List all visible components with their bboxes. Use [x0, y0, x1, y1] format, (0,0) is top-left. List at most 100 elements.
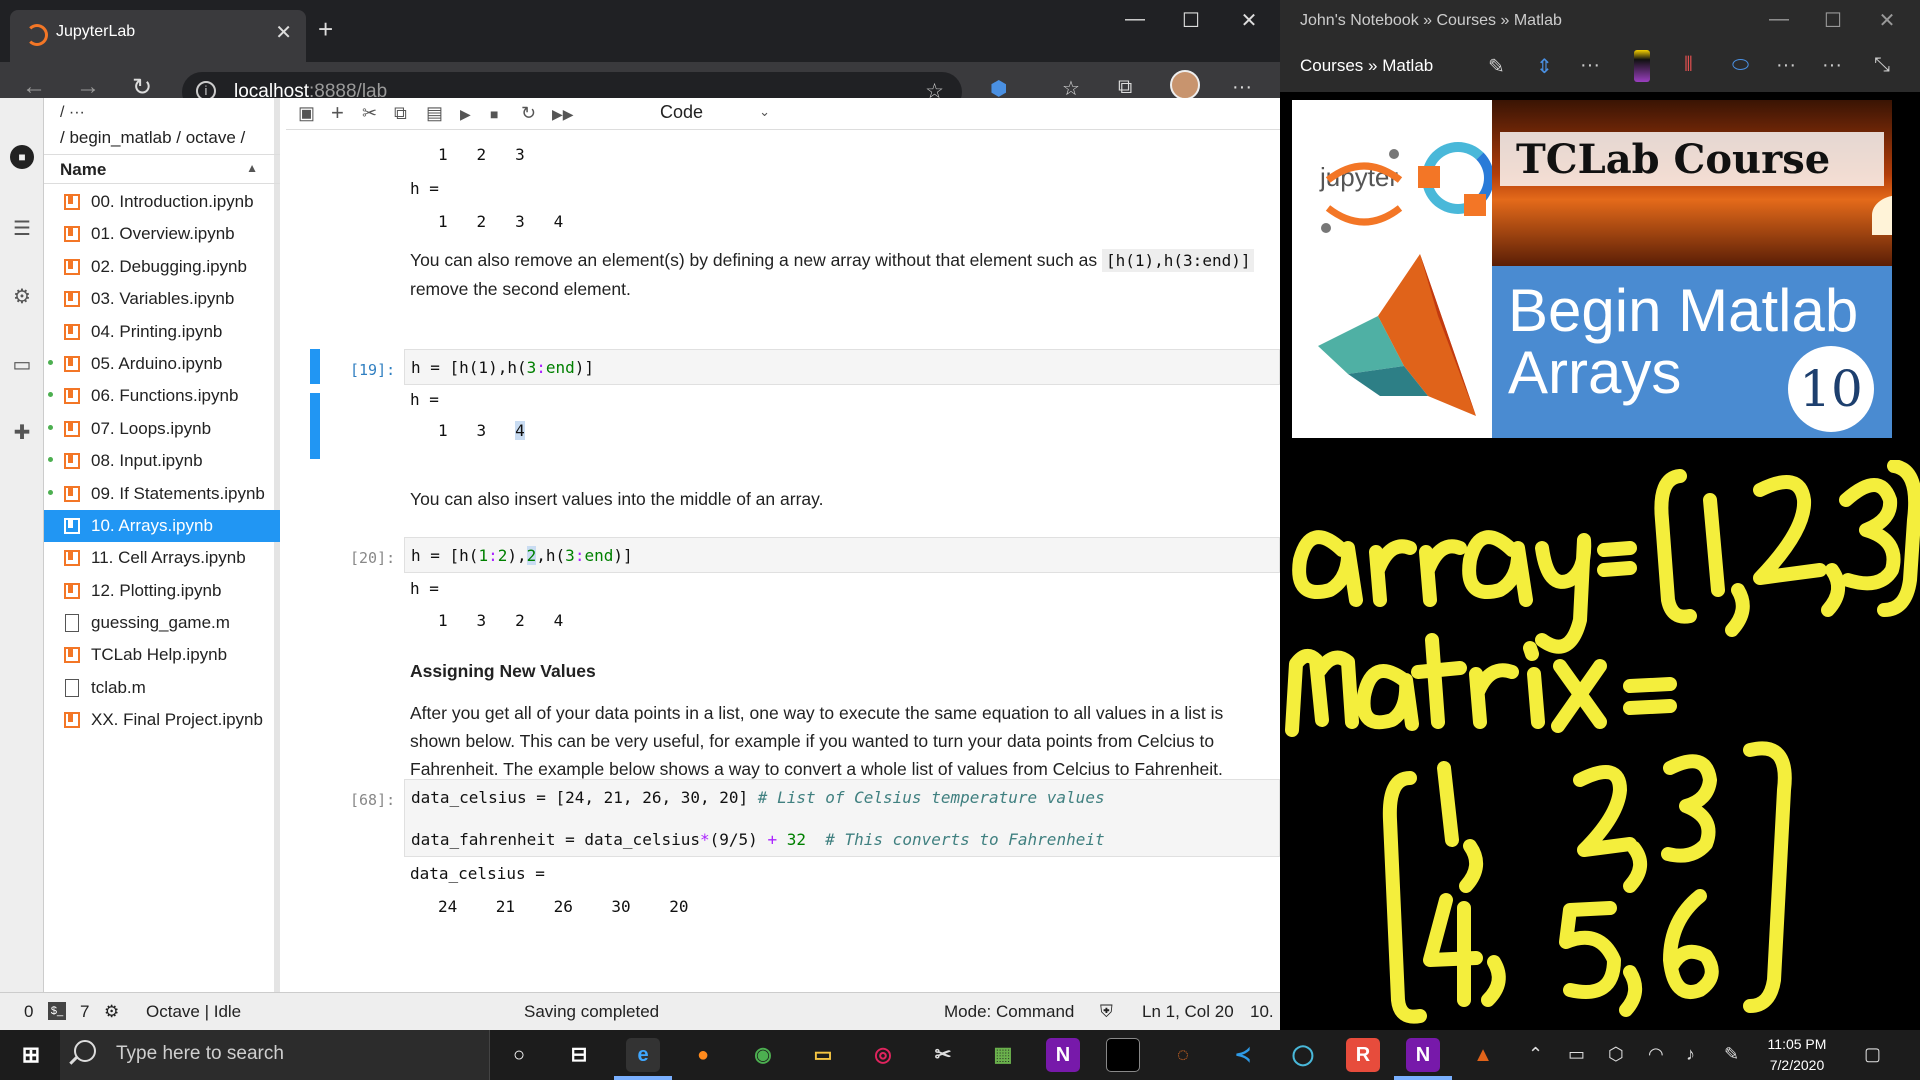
- file-list-item[interactable]: tclab.m: [44, 672, 280, 704]
- onenote-active-app-icon[interactable]: N: [1394, 1038, 1452, 1080]
- pen-set-icon[interactable]: ⦀: [1684, 54, 1693, 77]
- profile-avatar[interactable]: [1170, 70, 1200, 100]
- octave-app-icon[interactable]: ◯: [1286, 1038, 1320, 1072]
- restart-icon[interactable]: ↻: [521, 103, 536, 124]
- more-icon[interactable]: ···: [1580, 54, 1600, 77]
- volume-icon[interactable]: ♪: [1686, 1044, 1695, 1065]
- file-list-item[interactable]: 11. Cell Arrays.ipynb: [44, 542, 280, 574]
- pen-tool-icon[interactable]: [1634, 50, 1650, 82]
- file-list-item[interactable]: 09. If Statements.ipynb: [44, 478, 280, 510]
- task-view-icon[interactable]: ⊟: [562, 1038, 596, 1072]
- file-list-item[interactable]: guessing_game.m: [44, 607, 280, 639]
- collections-icon[interactable]: ⧉: [1118, 76, 1132, 99]
- file-list-item[interactable]: 05. Arduino.ipynb: [44, 348, 280, 380]
- show-hidden-icons[interactable]: ⌃: [1528, 1044, 1543, 1065]
- terminal-icon[interactable]: $_: [48, 1002, 66, 1020]
- cut-icon[interactable]: ✂: [362, 103, 377, 124]
- kernel-count[interactable]: 0: [24, 1002, 33, 1022]
- forward-icon[interactable]: →: [76, 73, 100, 101]
- restart-run-all-icon[interactable]: ▶▶: [552, 106, 574, 123]
- wifi-icon[interactable]: ◠: [1648, 1044, 1664, 1065]
- notifications-icon[interactable]: ▢: [1864, 1044, 1881, 1065]
- save-icon[interactable]: ▣: [298, 103, 315, 124]
- tab-jupyterlab[interactable]: JupyterLab ✕: [10, 10, 306, 62]
- kernel-settings-icon[interactable]: ⚙: [104, 1002, 119, 1022]
- snipping-tool-icon[interactable]: ✂: [926, 1038, 960, 1072]
- file-list-item[interactable]: 00. Introduction.ipynb: [44, 186, 280, 218]
- output-collapse-bar[interactable]: [310, 393, 320, 459]
- paste-icon[interactable]: ▤: [426, 103, 443, 124]
- battery-icon[interactable]: ▭: [1568, 1044, 1585, 1065]
- spreadsheet-app-icon[interactable]: ▦: [986, 1038, 1020, 1072]
- cell-20-code[interactable]: h = [h(1:2),2,h(3:end)]: [404, 537, 1280, 573]
- edge-app-icon[interactable]: e: [614, 1038, 672, 1080]
- folder-icon[interactable]: / ···: [60, 104, 85, 122]
- file-list-item[interactable]: 10. Arrays.ipynb: [44, 509, 280, 543]
- system-clock[interactable]: 11:05 PM 7/2/2020: [1752, 1034, 1842, 1076]
- cursor-position[interactable]: Ln 1, Col 20: [1142, 1002, 1234, 1022]
- matlab-app-icon[interactable]: ▲: [1466, 1038, 1500, 1072]
- close-window-icon[interactable]: ✕: [1234, 8, 1264, 33]
- onenote-app-icon[interactable]: N: [1046, 1038, 1080, 1072]
- terminal-app-icon[interactable]: [1106, 1038, 1140, 1072]
- close-window-icon[interactable]: ✕: [1872, 8, 1902, 33]
- tabs-icon[interactable]: ▭: [10, 352, 34, 376]
- file-list-header[interactable]: Name ▲: [44, 154, 280, 184]
- taskbar-search[interactable]: Type here to search: [60, 1030, 490, 1080]
- ink-to-text-icon[interactable]: ✎: [1488, 54, 1505, 79]
- run-icon[interactable]: ▶: [460, 106, 471, 123]
- kernel-status[interactable]: Octave | Idle: [146, 1002, 241, 1022]
- cortana-icon[interactable]: ○: [502, 1038, 536, 1072]
- sort-ascending-icon[interactable]: ▲: [246, 161, 258, 175]
- name-column-header[interactable]: Name: [60, 160, 106, 180]
- back-icon[interactable]: ←: [22, 73, 46, 101]
- new-tab-button[interactable]: +: [318, 14, 333, 45]
- file-list-item[interactable]: TCLab Help.ipynb: [44, 639, 280, 671]
- maximize-icon[interactable]: ☐: [1818, 8, 1848, 33]
- screencast-app-icon[interactable]: ◎: [866, 1038, 900, 1072]
- cell-68-code[interactable]: data_celsius = [24, 21, 26, 30, 20] # Li…: [404, 779, 1280, 857]
- r-app-icon[interactable]: R: [1346, 1038, 1380, 1072]
- terminal-count[interactable]: 7: [80, 1002, 89, 1022]
- file-list-item[interactable]: 04. Printing.ipynb: [44, 316, 280, 348]
- add-cell-icon[interactable]: +: [331, 100, 344, 126]
- minimize-icon[interactable]: —: [1764, 8, 1794, 31]
- jupyter-app-icon[interactable]: ◌: [1166, 1038, 1200, 1072]
- shapes-icon[interactable]: ⬭: [1732, 54, 1749, 77]
- file-list-item[interactable]: 08. Input.ipynb: [44, 445, 280, 477]
- property-inspector-icon[interactable]: ⚙: [10, 284, 34, 308]
- more-menu-icon[interactable]: ···: [1232, 76, 1252, 99]
- maximize-icon[interactable]: ☐: [1176, 8, 1206, 33]
- file-list-item[interactable]: 12. Plotting.ipynb: [44, 575, 280, 607]
- windows-start-icon[interactable]: ⊞: [14, 1038, 48, 1072]
- more-icon[interactable]: ···: [1822, 54, 1842, 77]
- file-explorer-icon[interactable]: ▭: [806, 1038, 840, 1072]
- running-kernels-icon[interactable]: ■: [10, 145, 34, 169]
- file-list-item[interactable]: XX. Final Project.ipynb: [44, 704, 280, 736]
- breadcrumb[interactable]: / begin_matlab / octave /: [60, 128, 245, 148]
- file-list-item[interactable]: 02. Debugging.ipynb: [44, 251, 280, 283]
- extensions-icon[interactable]: ✚: [10, 420, 34, 444]
- cell-19-code[interactable]: h = [h(1),h(3:end)]: [404, 349, 1280, 385]
- cell-selection-bar[interactable]: [310, 349, 320, 384]
- file-list-item[interactable]: 06. Functions.ipynb: [44, 380, 280, 412]
- trusted-icon[interactable]: ⛨: [1100, 1002, 1113, 1022]
- file-list-item[interactable]: 07. Loops.ipynb: [44, 413, 280, 445]
- copy-icon[interactable]: ⧉: [394, 103, 407, 124]
- pen-workspace-icon[interactable]: ✎: [1724, 1044, 1739, 1065]
- compact-view-icon[interactable]: ⤡: [1874, 54, 1890, 77]
- commands-icon[interactable]: ☰: [10, 216, 34, 240]
- minimize-icon[interactable]: —: [1120, 8, 1150, 31]
- file-list-item[interactable]: 03. Variables.ipynb: [44, 283, 280, 315]
- stop-icon[interactable]: ■: [490, 106, 498, 122]
- handwritten-ink-drawing[interactable]: [1280, 460, 1920, 1030]
- notebook-panel[interactable]: 1 2 3 h = 1 2 3 4 You can also remove an…: [286, 131, 1280, 992]
- file-list-item[interactable]: 01. Overview.ipynb: [44, 218, 280, 250]
- cell-type-select[interactable]: Code ⌄: [660, 102, 770, 123]
- close-tab-icon[interactable]: ✕: [275, 20, 292, 45]
- insert-space-icon[interactable]: ⇕: [1536, 54, 1553, 79]
- vscode-app-icon[interactable]: ≺: [1226, 1038, 1260, 1072]
- onenote-breadcrumb[interactable]: Courses » Matlab: [1300, 56, 1433, 76]
- dropbox-icon[interactable]: ⬡: [1608, 1044, 1624, 1065]
- chrome-app-icon[interactable]: ◉: [746, 1038, 780, 1072]
